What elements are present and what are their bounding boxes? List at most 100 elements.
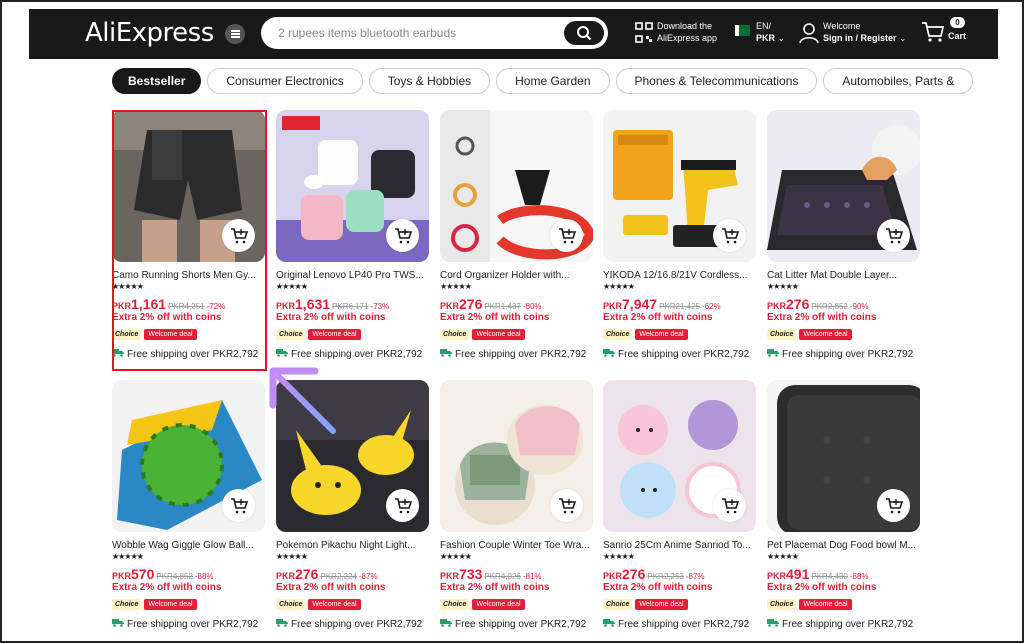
add-to-cart-icon — [885, 227, 903, 245]
product-image[interactable] — [440, 380, 593, 532]
product-title[interactable]: Original Lenovo LP40 Pro TWS... — [276, 270, 429, 281]
tab-automobiles-parts[interactable]: Automobiles, Parts & — [823, 68, 974, 94]
welcome-deal-badge: Welcome deal — [144, 599, 197, 610]
discount-percent: -88% — [849, 572, 869, 581]
product-title[interactable]: Pet Placemat Dog Food bowl M... — [767, 540, 920, 551]
search-button[interactable] — [564, 21, 604, 45]
current-price: 570 — [131, 566, 155, 582]
language-currency-selector[interactable]: EN/ PKR ⌄ — [756, 20, 785, 44]
shipping-info: Free shipping over PKR2,792 — [767, 348, 913, 360]
shipping-info: Free shipping over PKR2,792 — [603, 618, 749, 630]
user-icon[interactable] — [799, 22, 819, 44]
screenshot-frame: AliExpress 2 rupees items bluetooth earb… — [0, 0, 1024, 643]
selection-highlight-box — [112, 110, 267, 371]
aliexpress-logo[interactable]: AliExpress — [85, 18, 214, 48]
add-to-cart-button[interactable] — [713, 219, 746, 252]
tab-bestseller[interactable]: Bestseller — [112, 68, 202, 94]
cart-label[interactable]: Cart — [948, 31, 966, 41]
shipping-text: Free shipping over PKR2,792 — [127, 618, 259, 630]
add-to-cart-button[interactable] — [713, 489, 746, 522]
add-to-cart-button[interactable] — [386, 219, 419, 252]
current-price: 1,631 — [295, 296, 331, 312]
add-to-cart-icon — [721, 227, 739, 245]
cart-icon[interactable] — [921, 21, 945, 43]
product-title[interactable]: YIKODA 12/16.8/21V Cordless... — [603, 270, 756, 281]
price-currency: PKR — [440, 301, 460, 311]
tab-toys-hobbies[interactable]: Toys & Hobbies — [368, 68, 491, 94]
discount-percent: -90% — [849, 302, 869, 311]
add-to-cart-button[interactable] — [550, 219, 583, 252]
price-currency: PKR — [440, 571, 460, 581]
price-currency: PKR — [276, 571, 296, 581]
add-to-cart-button[interactable] — [877, 219, 910, 252]
shipping-info: Free shipping over PKR2,792 — [276, 348, 422, 360]
tab-phones-telecommunications[interactable]: Phones & Telecommunications — [615, 68, 818, 94]
current-price: 276 — [622, 566, 646, 582]
search-input[interactable]: 2 rupees items bluetooth earbuds — [278, 26, 456, 40]
pointer-arrow-icon — [269, 367, 336, 434]
product-image[interactable] — [440, 110, 593, 262]
badge-row: Choice Welcome deal — [112, 599, 197, 610]
product-title[interactable]: Wobble Wag Giggle Glow Ball... — [112, 540, 265, 551]
add-to-cart-button[interactable] — [550, 489, 583, 522]
product-image[interactable] — [767, 110, 920, 262]
product-title[interactable]: Pokemon Pikachu Night Light... — [276, 540, 429, 551]
price-currency: PKR — [767, 571, 787, 581]
product-image[interactable] — [603, 380, 756, 532]
qr-code-icon[interactable] — [635, 22, 653, 44]
badge-row: Choice Welcome deal — [603, 599, 688, 610]
coins-offer: Extra 2% off with coins — [603, 312, 713, 323]
menu-button[interactable] — [225, 24, 245, 44]
tab-home-garden[interactable]: Home Garden — [496, 68, 610, 94]
product-image[interactable] — [603, 110, 756, 262]
product-title[interactable]: Fashion Couple Winter Toe Wra... — [440, 540, 593, 551]
choice-badge: Choice — [440, 599, 470, 610]
tab-consumer-electronics[interactable]: Consumer Electronics — [207, 68, 363, 94]
account-menu[interactable]: Welcome Sign in / Register ⌄ — [823, 20, 907, 44]
search-bar[interactable]: 2 rupees items bluetooth earbuds — [261, 17, 608, 49]
truck-icon — [440, 618, 452, 630]
product-title[interactable]: Cat Litter Mat Double Layer... — [767, 270, 920, 281]
add-to-cart-icon — [558, 497, 576, 515]
add-to-cart-button[interactable] — [222, 489, 255, 522]
price-currency: PKR — [112, 571, 132, 581]
welcome-deal-badge: Welcome deal — [308, 599, 361, 610]
choice-badge: Choice — [276, 329, 306, 340]
shipping-info: Free shipping over PKR2,792 — [112, 618, 258, 630]
discount-percent: -87% — [358, 572, 378, 581]
rating-stars: ★★★★★ — [440, 552, 472, 561]
shipping-info: Free shipping over PKR2,792 — [440, 348, 586, 360]
current-price: 276 — [459, 296, 483, 312]
price-currency: PKR — [603, 301, 623, 311]
page: AliExpress 2 rupees items bluetooth earb… — [29, 9, 998, 639]
choice-badge: Choice — [112, 599, 142, 610]
product-title[interactable]: Cord Organizer Holder with... — [440, 270, 593, 281]
choice-badge: Choice — [767, 599, 797, 610]
choice-badge: Choice — [440, 329, 470, 340]
product-image[interactable] — [112, 380, 265, 532]
truck-icon — [276, 348, 288, 360]
coins-offer: Extra 2% off with coins — [767, 312, 877, 323]
rating-stars: ★★★★★ — [767, 282, 799, 291]
search-icon — [577, 26, 592, 41]
add-to-cart-button[interactable] — [877, 489, 910, 522]
product-image[interactable] — [767, 380, 920, 532]
add-to-cart-icon — [885, 497, 903, 515]
coins-offer: Extra 2% off with coins — [276, 312, 386, 323]
welcome-deal-badge: Welcome deal — [308, 329, 361, 340]
badge-row: Choice Welcome deal — [440, 599, 525, 610]
discount-percent: -88% — [194, 572, 214, 581]
download-app-link[interactable]: Download the AliExpress app — [657, 20, 717, 44]
product-title[interactable]: Sanrio 25Cm Anime Sanriod To... — [603, 540, 756, 551]
discount-percent: -81% — [522, 572, 542, 581]
coins-offer: Extra 2% off with coins — [112, 582, 222, 593]
product-image[interactable] — [276, 110, 429, 262]
add-to-cart-button[interactable] — [386, 489, 419, 522]
shipping-text: Free shipping over PKR2,792 — [291, 618, 423, 630]
shipping-text: Free shipping over PKR2,792 — [291, 348, 423, 360]
coins-offer: Extra 2% off with coins — [440, 582, 550, 593]
choice-badge: Choice — [276, 599, 306, 610]
truck-icon — [767, 618, 779, 630]
add-to-cart-icon — [558, 227, 576, 245]
rating-stars: ★★★★★ — [112, 552, 144, 561]
